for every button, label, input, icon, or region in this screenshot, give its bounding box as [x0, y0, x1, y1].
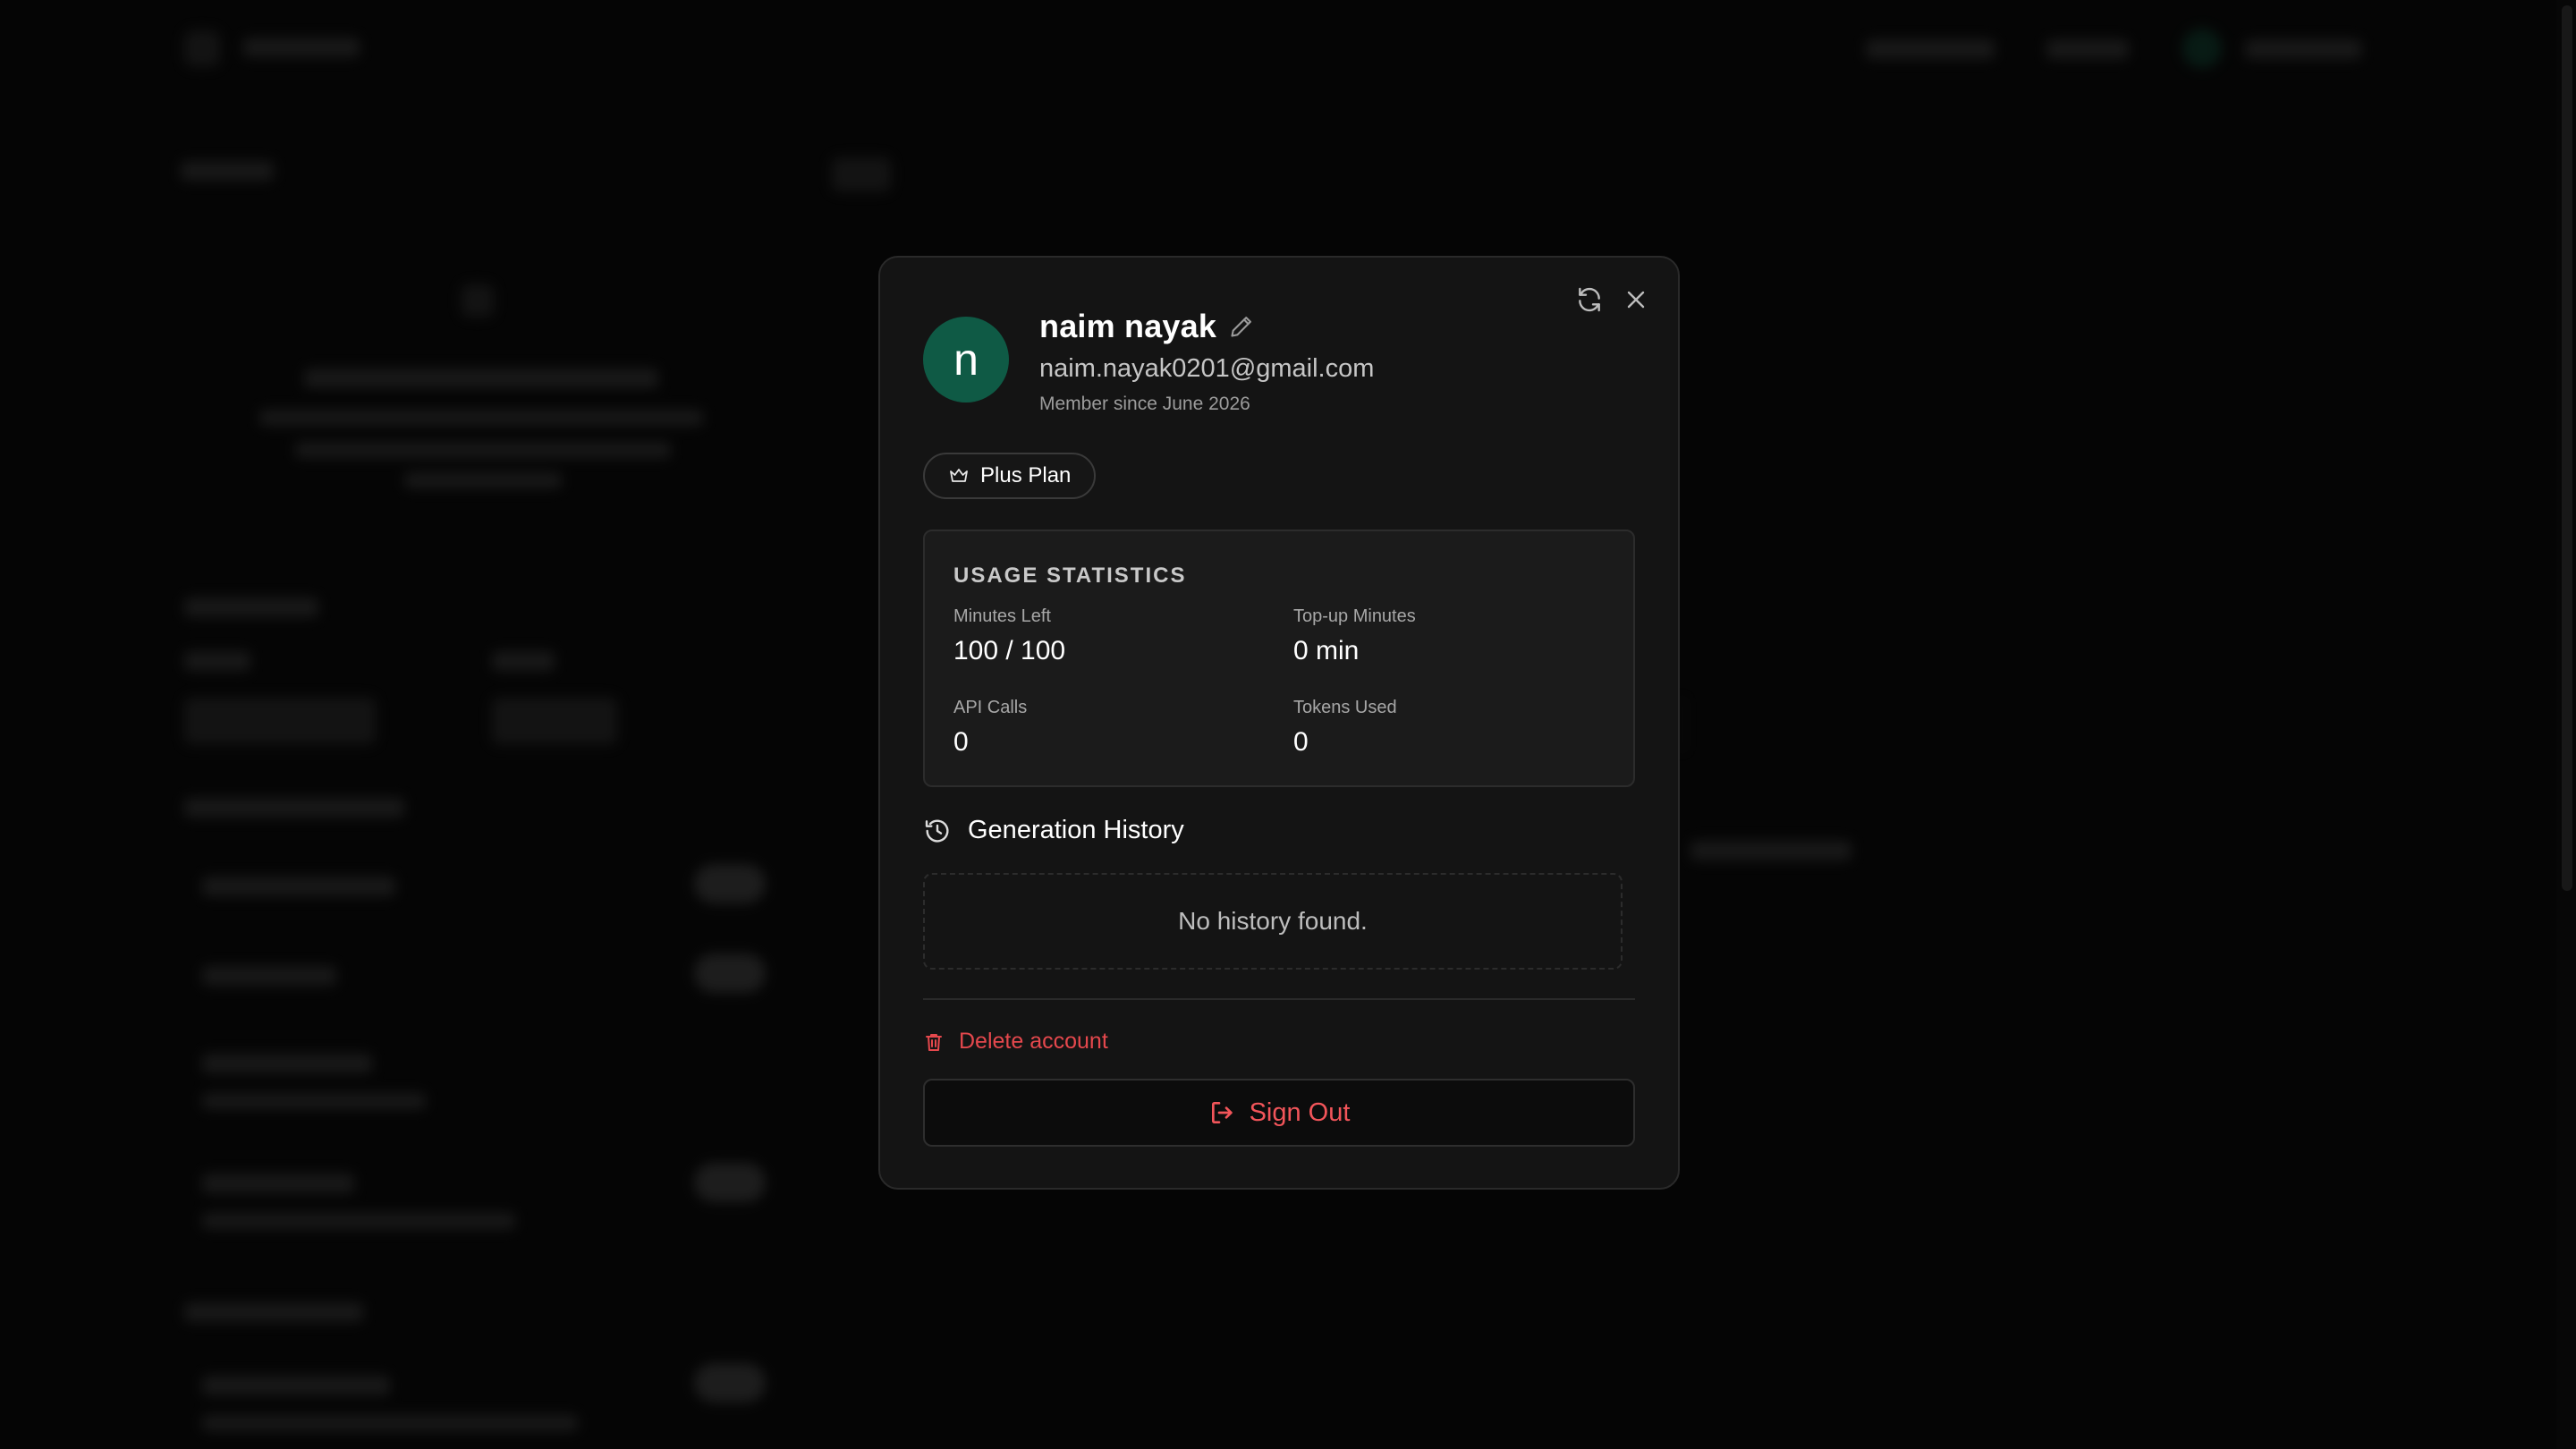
stat-label: API Calls [953, 698, 1028, 717]
stat-label: Top-up Minutes [1293, 606, 1416, 626]
member-since: Member since June 2026 [1039, 394, 1250, 414]
pencil-icon[interactable] [1229, 314, 1254, 339]
close-button[interactable] [1621, 284, 1651, 315]
plan-label: Plus Plan [980, 463, 1072, 487]
generation-history-title: Generation History [968, 816, 1184, 844]
delete-account-button[interactable]: Delete account [923, 1029, 1108, 1055]
avatar: n [923, 317, 1009, 402]
user-email: naim.nayak0201@gmail.com [1039, 354, 1375, 383]
trash-icon [926, 1033, 942, 1051]
generation-history-header: Generation History [923, 816, 1184, 845]
user-name: naim nayak [1039, 308, 1217, 344]
stat-api-calls: API Calls 0 [953, 698, 1027, 758]
usage-statistics-card: USAGE STATISTICS Minutes Left 100 / 100 … [923, 530, 1635, 787]
history-icon [925, 819, 949, 843]
sign-out-icon [1211, 1102, 1233, 1123]
crown-icon [950, 469, 968, 482]
history-empty-text: No history found. [1178, 907, 1368, 935]
plan-badge: Plus Plan [923, 453, 1097, 499]
avatar-initial: n [953, 335, 979, 385]
stat-value: 0 [953, 727, 969, 757]
stat-minutes-left: Minutes Left 100 / 100 [953, 606, 1065, 666]
history-empty-state: No history found. [923, 873, 1623, 970]
stat-value: 0 [1293, 727, 1309, 757]
modal-top-actions [1574, 284, 1651, 315]
profile-modal: n naim nayak naim.nayak0201@gmail.com Me… [878, 256, 1680, 1190]
usage-statistics-title: USAGE STATISTICS [953, 564, 1187, 588]
stat-value: 0 min [1293, 636, 1360, 665]
close-icon [1627, 291, 1645, 309]
delete-account-label: Delete account [959, 1029, 1108, 1054]
name-row: naim nayak [1039, 308, 1254, 345]
stat-label: Minutes Left [953, 606, 1051, 626]
sign-out-label: Sign Out [1249, 1097, 1351, 1127]
stat-topup-minutes: Top-up Minutes 0 min [1293, 606, 1416, 666]
refresh-icon [1579, 287, 1600, 312]
sign-out-button[interactable]: Sign Out [923, 1079, 1635, 1147]
stat-tokens-used: Tokens Used 0 [1293, 698, 1397, 758]
divider [923, 998, 1635, 1000]
stat-value: 100 / 100 [953, 636, 1066, 665]
stat-label: Tokens Used [1293, 698, 1397, 717]
refresh-button[interactable] [1574, 284, 1605, 315]
